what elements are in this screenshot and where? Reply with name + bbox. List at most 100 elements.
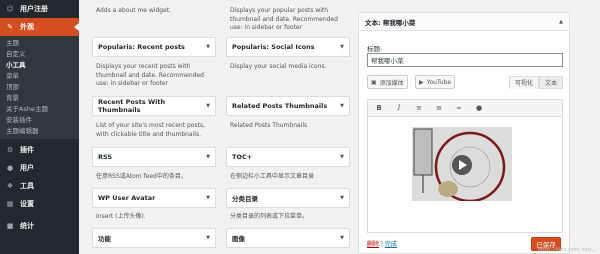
- submenu-item-menus[interactable]: 菜单: [0, 71, 79, 82]
- title-input[interactable]: [367, 53, 563, 67]
- done-link[interactable]: 完成: [385, 241, 397, 248]
- youtube-label: YouTube: [426, 78, 452, 86]
- sidebar-item-label: 统计: [20, 222, 34, 230]
- widget-wp-user-avatar[interactable]: WP User Avatar ▼: [92, 188, 216, 208]
- link-icon[interactable]: ∞: [454, 104, 464, 112]
- widget-description: 在侧边栏小工具中显示文章目录: [230, 173, 315, 180]
- caret-down-icon[interactable]: ▼: [206, 44, 210, 50]
- submenu-item-customize[interactable]: 自定义: [0, 49, 79, 60]
- widget-title: Related Posts Thumbnails: [232, 102, 328, 110]
- caret-down-icon[interactable]: ▼: [206, 195, 210, 201]
- widget-title: Popularis: Social Icons: [232, 43, 315, 51]
- widget-description: 分类目录的列表或下拉菜单。: [230, 213, 309, 220]
- sidebar-item-label: 外观: [20, 23, 34, 31]
- caret-down-icon[interactable]: ▼: [340, 195, 344, 201]
- caret-down-icon[interactable]: ▼: [206, 235, 210, 241]
- link-separator: |: [380, 241, 383, 248]
- embedded-video-thumbnail[interactable]: [412, 127, 512, 201]
- sidebar-item-label: 工具: [20, 182, 34, 190]
- caret-up-icon[interactable]: ▲: [559, 19, 563, 25]
- caret-down-icon[interactable]: ▼: [206, 154, 210, 160]
- media-icon: ▣: [371, 78, 377, 86]
- numbered-list-icon[interactable]: ≡: [434, 104, 444, 112]
- delete-link[interactable]: 删除: [367, 241, 379, 248]
- user-register-icon: ☺: [6, 5, 14, 13]
- submenu-item-about-ashe[interactable]: 关于Ashe主题: [0, 104, 79, 115]
- widget-description: List of your site's most recent posts, w…: [96, 122, 205, 138]
- title-field-label: 标题:: [367, 45, 383, 53]
- visual-editor[interactable]: B I ≡ ≡ ∞ ●: [367, 99, 563, 233]
- sidebar-item-label: 设置: [20, 200, 34, 208]
- widget-title: Recent Posts With Thumbnails: [98, 98, 166, 114]
- plugin-icon: ⚙: [6, 146, 14, 154]
- submenu-item-header[interactable]: 顶部: [0, 82, 79, 93]
- widget-description: Adds a about me widget.: [96, 7, 172, 14]
- widget-popularis-social-icons[interactable]: Popularis: Social Icons ▼: [226, 37, 350, 57]
- sidebar-item-user-register[interactable]: ☺ 用户注册: [0, 0, 79, 18]
- settings-icon: ▦: [6, 200, 14, 208]
- widget-related-posts-thumbnails[interactable]: Related Posts Thumbnails ▼: [226, 96, 350, 116]
- widget-title: 图像: [232, 235, 245, 243]
- text-widget-header[interactable]: 文本: 帮我哪小菜 ▲: [359, 13, 569, 31]
- widget-recent-posts-thumbnails[interactable]: Recent Posts With Thumbnails ▼: [92, 96, 216, 116]
- submenu-item-themes[interactable]: 主题: [0, 38, 79, 49]
- bulleted-list-icon[interactable]: ≡: [414, 104, 424, 112]
- tab-visual[interactable]: 可视化: [509, 76, 539, 89]
- caret-down-icon[interactable]: ▼: [340, 103, 344, 109]
- widget-title: TOC+: [232, 153, 253, 161]
- sidebar-item-users[interactable]: ● 用户: [0, 159, 79, 177]
- paintbrush-icon: ✎: [7, 23, 13, 31]
- caret-down-icon[interactable]: ▼: [340, 154, 344, 160]
- widget-description: Insert (上传头像).: [96, 213, 146, 220]
- widget-function[interactable]: 功能 ▼: [92, 228, 216, 248]
- youtube-button[interactable]: ▶ YouTube: [415, 75, 456, 89]
- widget-image[interactable]: 图像 ▼: [226, 228, 350, 248]
- widget-title: WP User Avatar: [98, 194, 156, 202]
- tools-icon: ❖: [6, 182, 14, 190]
- submenu-item-widgets[interactable]: 小工具: [0, 60, 79, 71]
- stats-icon: ■: [6, 222, 14, 230]
- widget-description: Related Posts Thumbnails: [230, 122, 308, 129]
- appearance-submenu: 主题 自定义 小工具 菜单 顶部 背景 关于Ashe主题 安装插件 主题编辑器: [0, 36, 79, 139]
- panel-title: 文本: 帮我哪小菜: [365, 18, 416, 27]
- sidebar-item-appearance[interactable]: ✎ 外观: [0, 18, 79, 36]
- caret-down-icon[interactable]: ▼: [206, 103, 210, 109]
- widget-toc-plus[interactable]: TOC+ ▼: [226, 147, 350, 167]
- widget-categories[interactable]: 分类目录 ▼: [226, 188, 350, 208]
- youtube-icon: ▶: [419, 78, 424, 86]
- text-widget-panel: 文本: 帮我哪小菜 ▲ 标题: ▣ 添加媒体 ▶ YouTube 可视化 文本 …: [358, 12, 570, 254]
- user-icon: ●: [6, 164, 14, 172]
- sidebar-item-label: 用户: [20, 164, 34, 172]
- sidebar-item-label: 用户注册: [20, 5, 48, 13]
- widget-rss[interactable]: RSS ▼: [92, 147, 216, 167]
- watermark: https://blog.csdn.net/...: [537, 247, 596, 253]
- widget-title: 功能: [98, 235, 111, 243]
- submenu-item-install-plugins[interactable]: 安装插件: [0, 115, 79, 126]
- widget-title: Popularis: Recent posts: [98, 43, 185, 51]
- sidebar-item-stats[interactable]: ■ 统计: [0, 217, 79, 235]
- bold-icon[interactable]: B: [374, 104, 384, 112]
- submenu-item-theme-editor[interactable]: 主题编辑器: [0, 126, 79, 137]
- widget-description: Displays your popular posts with thumbna…: [230, 7, 338, 31]
- widget-popularis-recent-posts[interactable]: Popularis: Recent posts ▼: [92, 37, 216, 57]
- admin-sidebar: ☺ 用户注册 ✎ 外观 主题 自定义 小工具 菜单 顶部 背景 关于Ashe主题…: [0, 0, 79, 254]
- caret-down-icon[interactable]: ▼: [340, 235, 344, 241]
- submenu-item-background[interactable]: 背景: [0, 93, 79, 104]
- sidebar-item-settings[interactable]: ▦ 设置: [0, 195, 79, 213]
- editor-toolbar: B I ≡ ≡ ∞ ●: [368, 100, 562, 117]
- widget-description: Displays your recent posts with thumbnai…: [96, 63, 204, 87]
- widget-description: Display your social media icons.: [230, 63, 327, 70]
- tab-text[interactable]: 文本: [539, 76, 563, 89]
- sidebar-item-plugins[interactable]: ⚙ 插件: [0, 141, 79, 159]
- sidebar-item-label: 插件: [20, 146, 34, 154]
- widget-description: 任意RSS或Atom feed中的条目。: [96, 173, 187, 180]
- caret-down-icon[interactable]: ▼: [340, 44, 344, 50]
- panel-footer-links: 删除 | 完成: [367, 239, 397, 248]
- italic-icon[interactable]: I: [394, 104, 404, 112]
- widget-title: 分类目录: [232, 195, 258, 203]
- widget-title: RSS: [98, 153, 113, 161]
- sidebar-item-tools[interactable]: ❖ 工具: [0, 177, 79, 195]
- turntable-image: [412, 127, 512, 201]
- add-media-button[interactable]: ▣ 添加媒体: [367, 75, 408, 89]
- more-icon[interactable]: ●: [474, 104, 484, 112]
